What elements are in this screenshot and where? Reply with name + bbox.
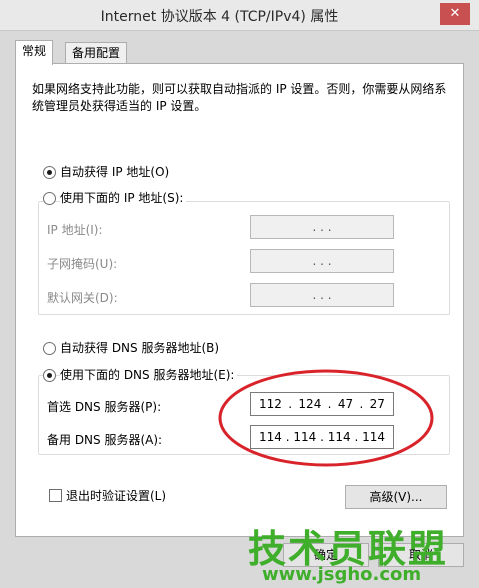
subnet-mask-input[interactable]: . . . — [250, 249, 394, 273]
description-text: 如果网络支持此功能，则可以获取自动指派的 IP 设置。否则，你需要从网络系统管理… — [32, 82, 447, 113]
subnet-mask-label: 子网掩码(U): — [47, 257, 118, 271]
preferred-dns-label: 首选 DNS 服务器(P): — [47, 400, 162, 414]
alternate-dns-label: 备用 DNS 服务器(A): — [47, 433, 163, 447]
auto-dns-label: 自动获得 DNS 服务器地址(B) — [60, 341, 220, 355]
ip-address-input[interactable]: . . . — [250, 215, 394, 239]
validate-checkbox[interactable] — [49, 489, 62, 502]
tab-alternate-config[interactable]: 备用配置 — [65, 42, 128, 64]
advanced-button[interactable]: 高级(V)... — [345, 485, 447, 509]
close-icon: ✕ — [449, 6, 461, 21]
gateway-input[interactable]: . . . — [250, 283, 394, 307]
ip-address-label: IP 地址(I): — [47, 223, 103, 237]
manual-dns-radio[interactable] — [43, 369, 56, 382]
close-button[interactable]: ✕ — [440, 3, 470, 25]
manual-ip-radio[interactable] — [43, 192, 56, 205]
watermark-url: www.jsgho.com — [262, 564, 422, 585]
gateway-label: 默认网关(D): — [47, 291, 118, 305]
manual-dns-label: 使用下面的 DNS 服务器地址(E): — [60, 366, 238, 383]
window-title: Internet 协议版本 4 (TCP/IPv4) 属性 — [100, 9, 339, 25]
gateway-value: . . . — [312, 288, 332, 302]
highlight-ellipse — [218, 369, 434, 467]
auto-dns-radio[interactable] — [43, 342, 56, 355]
ok-button[interactable]: 确定 — [283, 543, 369, 567]
subnet-mask-value: . . . — [312, 254, 332, 268]
cancel-button[interactable]: 取消 — [378, 543, 464, 567]
validate-label: 退出时验证设置(L) — [66, 489, 167, 503]
auto-ip-radio[interactable] — [43, 166, 56, 179]
auto-ip-label: 自动获得 IP 地址(O) — [60, 165, 170, 179]
ip-address-value: . . . — [312, 220, 332, 234]
tab-general[interactable]: 常规 — [15, 40, 54, 65]
title-bar: Internet 协议版本 4 (TCP/IPv4) 属性 ✕ — [0, 0, 479, 31]
manual-ip-label: 使用下面的 IP 地址(S): — [60, 189, 187, 206]
